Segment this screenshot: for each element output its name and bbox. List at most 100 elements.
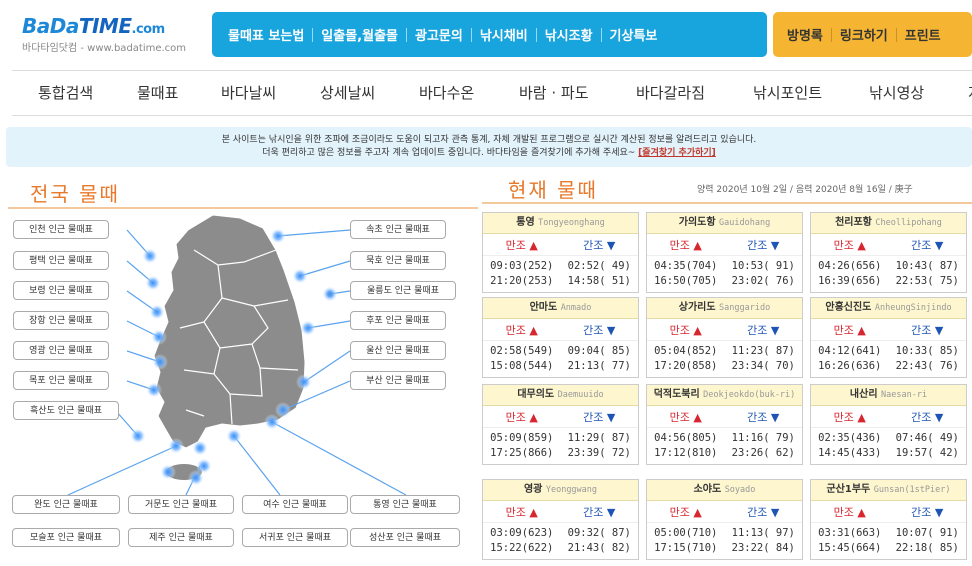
tide-link-seongsanpo[interactable]: 성산포 인근 물때표 [350, 528, 460, 547]
tide-card[interactable]: 안마도 Anmado 만조 ▲ 간조 ▼ 02:58(549) 15:08(544) 09… [482, 297, 639, 378]
tide-link-moseulpo[interactable]: 모슬포 인근 물때표 [12, 528, 120, 547]
top-nav-sunrise-moonrise[interactable]: 일출몰,월출몰 [313, 25, 406, 44]
down-arrow-icon: ▼ [606, 323, 616, 337]
print-link[interactable]: 프린트 [897, 25, 949, 44]
tide-card[interactable]: 영광 Yeonggwang 만조 ▲ 간조 ▼ 03:09(623) 15:22(622… [482, 479, 639, 560]
main-nav-fishing-video[interactable]: 낚시영상 [869, 82, 924, 103]
high-tide-times: 04:35(704) 16:50(705) [647, 259, 725, 289]
tide-card[interactable]: 대무의도 Daemuuido 만조 ▲ 간조 ▼ 05:09(859) 17:25(86… [482, 384, 639, 465]
high-tide-times: 02:35(436) 14:45(433) [811, 431, 889, 461]
high-tide-1: 03:09(623) [490, 527, 554, 539]
tide-times: 05:04(852) 17:20(858) 11:23( 87) 23:34( 70) [647, 341, 802, 377]
high-tide-label: 만조 ▲ [833, 410, 866, 424]
top-nav-tackle[interactable]: 낚시채비 [472, 25, 536, 44]
main-nav-sea-weather[interactable]: 바다날씨 [221, 82, 276, 103]
tide-link-tongyeong[interactable]: 통영 인근 물때표 [350, 495, 460, 514]
high-tide-times: 03:31(663) 15:45(664) [811, 526, 889, 556]
tide-link-hupo[interactable]: 후포 인근 물때표 [350, 311, 446, 330]
main-nav-fishing-point[interactable]: 낚시포인트 [753, 82, 822, 103]
tide-link-seogwipo[interactable]: 서귀포 인근 물때표 [242, 528, 348, 547]
high-tide-times: 05:00(710) 17:15(710) [647, 526, 725, 556]
main-nav-sea-parting[interactable]: 바다갈라짐 [636, 82, 705, 103]
main-nav-tide-table[interactable]: 물때표 [137, 82, 178, 103]
low-tide-label: 간조 ▼ [583, 505, 616, 519]
tide-link-pyeongtaek[interactable]: 평택 인근 물때표 [13, 251, 109, 270]
low-tide-times: 11:29( 87) 23:39( 72) [561, 431, 639, 461]
tide-card[interactable]: 군산1부두 Gunsan(1stPier) 만조 ▲ 간조 ▼ 03:31(663) 1… [810, 479, 967, 560]
top-nav-fishing-report[interactable]: 낚시조황 [537, 25, 601, 44]
tide-times: 05:09(859) 17:25(866) 11:29( 87) 23:39( 72) [483, 428, 638, 464]
high-tide-label: 만조 ▲ [669, 505, 702, 519]
tide-times: 04:26(656) 16:39(656) 10:43( 87) 22:53( 75) [811, 256, 966, 292]
tide-link-jeju[interactable]: 제주 인근 물때표 [128, 528, 234, 547]
tide-card[interactable]: 소야도 Soyado 만조 ▲ 간조 ▼ 05:00(710) 17:15(710) 11… [646, 479, 803, 560]
tide-link-sokcho[interactable]: 속초 인근 물때표 [350, 220, 446, 239]
main-nav-map[interactable]: 지 [968, 82, 972, 103]
tide-type-row: 만조 ▲ 간조 ▼ [811, 501, 966, 523]
tide-card[interactable]: 통영 Tongyeonghang 만조 ▲ 간조 ▼ 09:03(252) 21:20(… [482, 212, 639, 293]
low-tide-times: 09:32( 87) 21:43( 82) [561, 526, 639, 556]
tide-card-header: 소야도 Soyado [647, 480, 802, 501]
main-nav-detail-weather[interactable]: 상세날씨 [320, 82, 375, 103]
tide-link-boryeong[interactable]: 보령 인근 물때표 [13, 281, 109, 300]
station-name-ko: 안흥신진도 [825, 302, 872, 313]
main-nav-water-temp[interactable]: 바다수온 [419, 82, 474, 103]
tide-times: 03:09(623) 15:22(622) 09:32( 87) 21:43( 82) [483, 523, 638, 559]
tide-card[interactable]: 안흥신진도 AnheungSinjindo 만조 ▲ 간조 ▼ 04:12(641) 1… [810, 297, 967, 378]
tide-link-geomundo[interactable]: 거문도 인근 물때표 [128, 495, 234, 514]
station-name-ko: 통영 [516, 217, 535, 228]
tide-card[interactable]: 덕적도북리 Deokjeokdo(buk-ri) 만조 ▲ 간조 ▼ 04:56(80… [646, 384, 803, 465]
guestbook-link[interactable]: 방명록 [779, 25, 831, 44]
top-nav-ads[interactable]: 광고문의 [407, 25, 471, 44]
tide-link-yeosu[interactable]: 여수 인근 물때표 [242, 495, 348, 514]
tide-card-header: 내산리 Naesan-ri [811, 385, 966, 406]
tide-link-janghang[interactable]: 장항 인근 물때표 [13, 311, 109, 330]
tide-card[interactable]: 천리포항 Cheollipohang 만조 ▲ 간조 ▼ 04:26(656) 16:3… [810, 212, 967, 293]
tide-link-mukho[interactable]: 묵호 인근 물때표 [350, 251, 446, 270]
low-tide-1: 02:52( 49) [567, 260, 631, 272]
tide-times: 04:35(704) 16:50(705) 10:53( 91) 23:02( 76) [647, 256, 802, 292]
main-nav-search[interactable]: 통합검색 [38, 82, 93, 103]
top-nav-how-to-read[interactable]: 물때표 보는법 [220, 25, 312, 44]
tide-link-ulleungdo[interactable]: 울릉도 인근 물때표 [350, 281, 456, 300]
notice-banner: 본 사이트는 낚시인을 위한 조파에 조금이라도 도움이 되고자 관측 통계, … [6, 127, 972, 167]
tide-link-heuksando[interactable]: 흑산도 인근 물때표 [13, 401, 119, 420]
add-favorite-link[interactable]: [즐겨찾기 추가하기] [638, 148, 716, 158]
station-name-en: Daemuuido [557, 390, 604, 400]
tide-link-yeonggwang[interactable]: 영광 인근 물때표 [13, 341, 109, 360]
main-nav-wind-wave[interactable]: 바람 · 파도 [519, 82, 589, 103]
up-arrow-icon: ▲ [693, 238, 702, 252]
tide-link-ulsan[interactable]: 울산 인근 물때표 [350, 341, 446, 360]
low-tide-2: 23:26( 62) [731, 447, 795, 459]
down-arrow-icon: ▼ [934, 505, 944, 519]
site-logo[interactable]: BaDaTIME.com 바다타임닷컴 - www.badatime.com [22, 14, 186, 54]
down-arrow-icon: ▼ [934, 238, 944, 252]
national-tide-title: 전국 물때 [30, 182, 120, 206]
tide-card[interactable]: 상가리도 Sanggarido 만조 ▲ 간조 ▼ 05:04(852) 17:20(8… [646, 297, 803, 378]
link-us-link[interactable]: 링크하기 [832, 25, 896, 44]
high-tide-2: 17:20(858) [654, 360, 718, 372]
down-arrow-icon: ▼ [606, 505, 616, 519]
tide-card[interactable]: 내산리 Naesan-ri 만조 ▲ 간조 ▼ 02:35(436) 14:45(433… [810, 384, 967, 465]
tide-type-row: 만조 ▲ 간조 ▼ [483, 406, 638, 428]
low-tide-label: 간조 ▼ [911, 323, 944, 337]
low-tide-label: 간조 ▼ [747, 323, 780, 337]
station-name-ko: 군산1부두 [826, 484, 871, 495]
tide-link-wando[interactable]: 완도 인근 물때표 [12, 495, 120, 514]
down-arrow-icon: ▼ [770, 505, 780, 519]
high-tide-1: 02:35(436) [818, 432, 882, 444]
tide-link-busan[interactable]: 부산 인근 물때표 [350, 371, 446, 390]
logo-text: BaDaTIME.com [22, 14, 165, 38]
tide-times: 04:56(805) 17:12(810) 11:16( 79) 23:26( 62) [647, 428, 802, 464]
up-arrow-icon: ▲ [857, 238, 866, 252]
high-tide-label: 만조 ▲ [669, 323, 702, 337]
tide-link-incheon[interactable]: 인천 인근 물때표 [13, 220, 109, 239]
up-arrow-icon: ▲ [857, 505, 866, 519]
top-nav-weather-alert[interactable]: 기상특보 [602, 25, 666, 44]
low-tide-1: 11:29( 87) [567, 432, 631, 444]
low-tide-2: 22:43( 76) [895, 360, 959, 372]
low-tide-times: 11:13( 97) 23:22( 84) [725, 526, 803, 556]
tide-card[interactable]: 가의도항 Gauidohang 만조 ▲ 간조 ▼ 04:35(704) 16:50(7… [646, 212, 803, 293]
down-arrow-icon: ▼ [606, 238, 616, 252]
tide-link-mokpo[interactable]: 목포 인근 물때표 [13, 371, 109, 390]
